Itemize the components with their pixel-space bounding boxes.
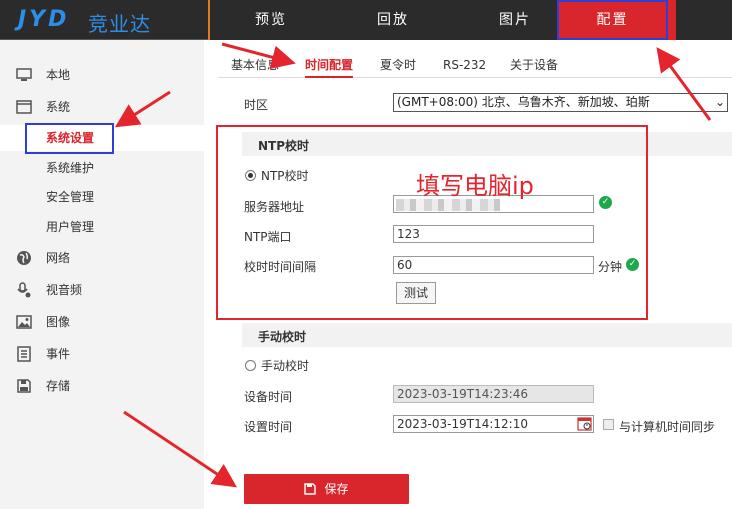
sidebar-item-label: 本地 (46, 68, 71, 82)
event-list-icon (17, 346, 31, 362)
highlight-box-system-settings (25, 123, 114, 154)
tab-dst[interactable]: 夏令时 (380, 54, 416, 78)
manual-radio[interactable] (245, 360, 256, 371)
sidebar-item-local[interactable]: 本地 (0, 62, 204, 88)
sidebar-item-label: 用户管理 (46, 220, 95, 234)
nav-playback[interactable]: 回放 (332, 0, 454, 40)
highlight-box-configuration (557, 0, 668, 40)
sidebar-item-image[interactable]: 图像 (0, 309, 204, 335)
save-button-label: 保存 (324, 482, 349, 496)
sidebar-item-event[interactable]: 事件 (0, 341, 204, 367)
logo-latin: JYD (18, 7, 70, 32)
floppy-disk-icon (304, 483, 317, 495)
sidebar-item-storage[interactable]: 存储 (0, 373, 204, 399)
logo-chinese: 竞业达 (88, 12, 151, 36)
sidebar-item-label: 系统维护 (46, 161, 95, 175)
timezone-select[interactable]: (GMT+08:00) 北京、乌鲁木齐、新加坡、珀斯 ⌄ (393, 93, 728, 112)
sidebar-item-label: 视音频 (46, 283, 83, 297)
timezone-value: (GMT+08:00) 北京、乌鲁木齐、新加坡、珀斯 (397, 95, 650, 109)
top-nav-bar: JYD 竞业达 预览 回放 图片 配置 (0, 0, 732, 40)
floppy-disk-icon (17, 379, 31, 393)
set-time-label: 设置时间 (244, 420, 293, 434)
sidebar-item-network[interactable]: 网络 (0, 245, 204, 271)
timezone-label: 时区 (244, 98, 269, 112)
globe-icon (17, 251, 31, 265)
sidebar-item-label: 事件 (46, 347, 71, 361)
monitor-icon (16, 68, 32, 81)
set-time-input[interactable]: 2023-03-19T14:12:10 (393, 415, 594, 433)
sidebar-item-user-management[interactable]: 用户管理 (0, 214, 204, 240)
device-time-label: 设备时间 (244, 390, 293, 404)
tab-basic-info[interactable]: 基本信息 (231, 54, 279, 78)
system-icon (16, 100, 32, 114)
nav-preview[interactable]: 预览 (210, 0, 332, 40)
sidebar-item-label: 系统 (46, 100, 71, 114)
tab-rs232[interactable]: RS-232 (443, 54, 486, 78)
chevron-down-icon: ⌄ (714, 95, 725, 109)
logo: JYD 竞业达 (0, 0, 209, 40)
sidebar-item-system[interactable]: 系统 (0, 94, 204, 120)
tab-time-config[interactable]: 时间配置 (305, 54, 354, 78)
sidebar-item-label: 安全管理 (46, 190, 95, 204)
highlight-box-ntp (216, 125, 648, 320)
device-time-input: 2023-03-19T14:23:46 (393, 385, 594, 403)
settings-tabs: 基本信息 时间配置 夏令时 RS-232 关于设备 (218, 54, 732, 78)
calendar-icon[interactable] (577, 416, 592, 431)
sidebar-item-label: 存储 (46, 379, 71, 393)
sidebar-item-label: 网络 (46, 251, 71, 265)
save-button[interactable]: 保存 (244, 474, 409, 504)
sidebar-item-video-audio[interactable]: 视音频 (0, 277, 204, 303)
manual-radio-label: 手动校时 (261, 359, 310, 373)
sidebar-item-system-maintenance[interactable]: 系统维护 (0, 155, 204, 181)
nav-active-edge (668, 0, 676, 40)
image-icon (16, 315, 32, 329)
annotation-note: 填写电脑ip (416, 172, 534, 200)
manual-section-bar (242, 323, 732, 347)
sync-computer-time-checkbox[interactable] (603, 419, 614, 430)
tab-about-device[interactable]: 关于设备 (510, 54, 558, 78)
sidebar-item-security[interactable]: 安全管理 (0, 184, 204, 210)
manual-section-title: 手动校时 (258, 330, 307, 344)
microphone-icon (17, 282, 31, 298)
sidebar-item-label: 图像 (46, 315, 71, 329)
sync-computer-time-label: 与计算机时间同步 (619, 420, 716, 434)
